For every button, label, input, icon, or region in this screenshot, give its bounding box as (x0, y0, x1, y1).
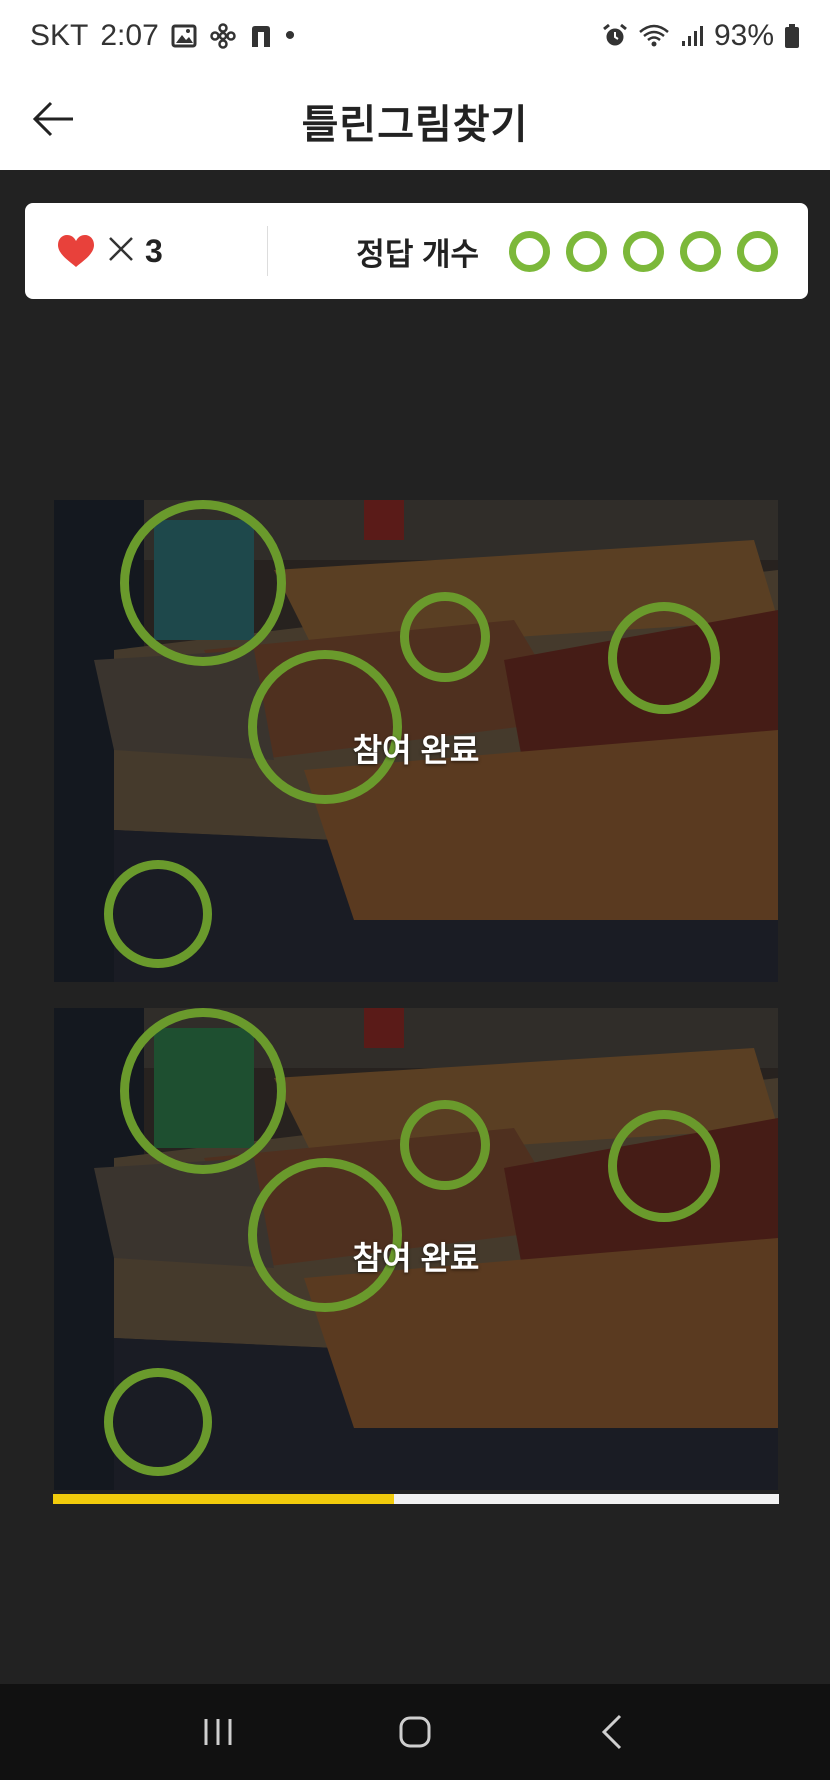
nav-back-button[interactable] (582, 1702, 642, 1762)
card-divider (267, 226, 268, 276)
completion-overlay: 참여 완료 (352, 1240, 480, 1276)
carrier-label: SKT (30, 19, 89, 52)
found-spot-marker (608, 1110, 720, 1222)
notification-dot: • (284, 19, 296, 52)
found-spot-marker (104, 860, 212, 968)
progress-fill (53, 1494, 395, 1504)
times-icon (107, 235, 135, 268)
gallery-icon (171, 23, 197, 49)
answer-indicator (509, 230, 550, 272)
clock-label: 2:07 (100, 19, 159, 52)
status-bar: SKT 2:07 • 93% (0, 0, 830, 72)
found-spot-marker (400, 592, 490, 682)
score-card: 3 정답 개수 (25, 203, 808, 299)
navigation-bar (0, 1684, 830, 1780)
home-button[interactable] (385, 1702, 445, 1762)
found-spot-marker (120, 500, 286, 666)
answer-indicator (737, 230, 778, 272)
answer-indicator (623, 230, 664, 272)
signal-icon (680, 24, 704, 48)
answer-indicator (566, 230, 607, 272)
found-spot-marker (400, 1100, 490, 1190)
battery-icon (784, 23, 800, 49)
answers-section: 정답 개수 (356, 229, 808, 274)
back-button[interactable] (28, 94, 78, 144)
progress-bar (53, 1494, 779, 1504)
puzzle-image-top[interactable]: 참여 완료 (54, 500, 778, 982)
lives-count: 3 (145, 232, 163, 269)
found-spot-marker (608, 602, 720, 714)
answer-indicator (680, 230, 721, 272)
page-title: 틀린그림찾기 (301, 103, 529, 147)
answers-label: 정답 개수 (356, 236, 479, 272)
status-right: 93% (602, 19, 800, 53)
puzzle-image-bottom[interactable]: 참여 완료 (54, 1008, 778, 1490)
app-header: 틀린그림찾기 (0, 72, 830, 170)
found-spot-marker (104, 1368, 212, 1476)
nav-back-icon (601, 1714, 621, 1750)
wifi-icon (638, 23, 670, 49)
alarm-icon (602, 23, 628, 49)
home-icon (399, 1716, 431, 1748)
n-app-icon (249, 23, 273, 49)
completion-overlay: 참여 완료 (352, 732, 480, 768)
heart-icon (58, 235, 94, 267)
recents-button[interactable] (188, 1702, 248, 1762)
battery-label: 93% (713, 19, 774, 52)
found-spot-marker (120, 1008, 286, 1174)
lives-section: 3 (25, 203, 267, 299)
back-arrow-icon (32, 101, 73, 137)
flower-icon (209, 22, 237, 50)
status-left: SKT 2:07 • (30, 19, 295, 53)
recents-icon (204, 1719, 232, 1745)
